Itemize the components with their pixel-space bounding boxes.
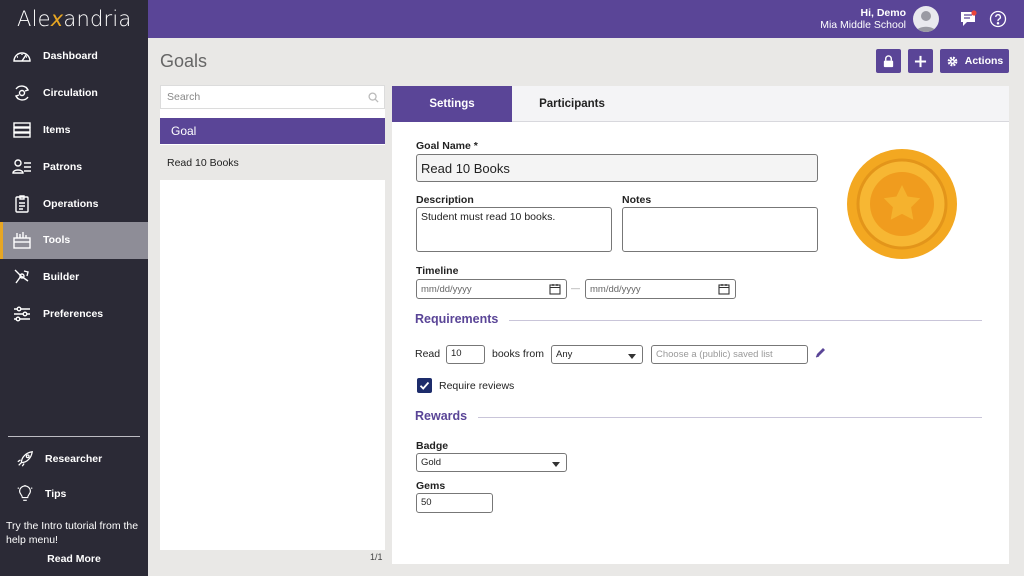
require-reviews-label: Require reviews (439, 380, 515, 392)
app-logo[interactable]: Ale x andria (0, 0, 148, 38)
items-icon (13, 122, 31, 138)
rocket-icon (17, 451, 33, 467)
requirements-divider (509, 320, 982, 321)
tab-bar: Settings Participants (392, 86, 1009, 122)
user-greeting: Hi, Demo (860, 7, 906, 19)
pager: 1/1 (370, 552, 383, 562)
source-select[interactable]: Any (551, 345, 643, 364)
calendar-icon[interactable] (549, 283, 561, 295)
circulation-icon (14, 85, 30, 101)
user-avatar-icon (916, 11, 936, 32)
sidebar-item-patrons[interactable]: Patrons (0, 148, 148, 185)
add-button[interactable] (908, 49, 933, 73)
search-icon (368, 92, 379, 103)
gems-label: Gems (416, 480, 446, 492)
rewards-heading: Rewards (415, 409, 468, 423)
sidebar-item-circulation[interactable]: Circulation (0, 75, 148, 112)
rewards-divider (478, 417, 982, 418)
badge-label: Badge (416, 440, 449, 452)
patrons-icon (12, 159, 31, 174)
user-school: Mia Middle School (820, 19, 906, 31)
avatar[interactable] (913, 6, 939, 32)
read-label: Read (415, 348, 441, 360)
sidebar-divider (8, 436, 140, 437)
saved-list-input[interactable]: Choose a (public) saved list (651, 345, 808, 364)
sidebar-item-preferences[interactable]: Preferences (0, 296, 148, 333)
lightbulb-icon (17, 485, 33, 501)
notes-textarea[interactable] (622, 207, 818, 252)
actions-button[interactable]: Actions (940, 49, 1009, 73)
calendar-icon[interactable] (718, 283, 730, 295)
timeline-label: Timeline (416, 265, 459, 277)
notes-label: Notes (622, 194, 652, 206)
gems-input[interactable]: 50 (416, 493, 493, 513)
sidebar-item-builder[interactable]: Builder (0, 259, 148, 296)
pencil-icon[interactable] (814, 346, 827, 359)
sidebar-item-dashboard[interactable]: Dashboard (0, 38, 148, 75)
operations-icon (15, 194, 29, 213)
user-info: Hi, Demo Mia Middle School (820, 7, 906, 31)
sidebar-item-items[interactable]: Items (0, 112, 148, 149)
preferences-icon (14, 306, 30, 322)
badge-select[interactable]: Gold (416, 453, 567, 472)
read-more-link[interactable]: Read More (0, 553, 148, 565)
books-from-label: books from (492, 348, 544, 360)
read-count-input[interactable]: 10 (446, 345, 485, 364)
tip-text: Try the Intro tutorial from the help men… (6, 520, 139, 546)
date-separator: — (571, 283, 580, 293)
tips-link[interactable]: Tips (16, 485, 66, 503)
tools-icon (13, 232, 31, 250)
require-reviews-checkbox[interactable] (417, 378, 432, 393)
gold-badge-image (847, 149, 957, 259)
researcher-link[interactable]: Researcher (16, 450, 102, 468)
list-item[interactable]: Read 10 Books (160, 145, 385, 180)
end-date-input[interactable]: mm/dd/yyyy (585, 279, 736, 299)
gear-icon (947, 56, 958, 66)
description-label: Description (416, 194, 474, 206)
builder-icon (14, 269, 29, 284)
messages-icon[interactable] (959, 10, 977, 28)
start-date-input[interactable]: mm/dd/yyyy (416, 279, 567, 299)
search-input[interactable]: Search (160, 85, 385, 109)
goal-name-input[interactable]: Read 10 Books (416, 154, 818, 182)
help-icon[interactable] (989, 10, 1007, 28)
description-textarea[interactable]: Student must read 10 books. (416, 207, 612, 252)
sidebar-item-operations[interactable]: Operations (0, 185, 148, 222)
goal-name-label: Goal Name * (416, 140, 478, 152)
lock-button[interactable] (876, 49, 901, 73)
lock-icon (883, 54, 894, 67)
dashboard-icon (13, 52, 31, 63)
tab-settings[interactable]: Settings (392, 86, 512, 122)
page-title: Goals (160, 51, 208, 71)
tab-participants[interactable]: Participants (512, 86, 632, 122)
goal-list-panel: Search Goal Read 10 Books (160, 85, 385, 550)
checkmark-icon (419, 381, 430, 390)
requirements-heading: Requirements (415, 312, 499, 326)
list-header: Goal (160, 118, 385, 144)
plus-icon (914, 55, 927, 67)
sidebar-item-tools[interactable]: Tools (0, 221, 148, 259)
sidebar: Ale x andria Dashboard Circulation Items P… (0, 0, 148, 576)
top-header: Hi, Demo Mia Middle School (148, 0, 1024, 38)
